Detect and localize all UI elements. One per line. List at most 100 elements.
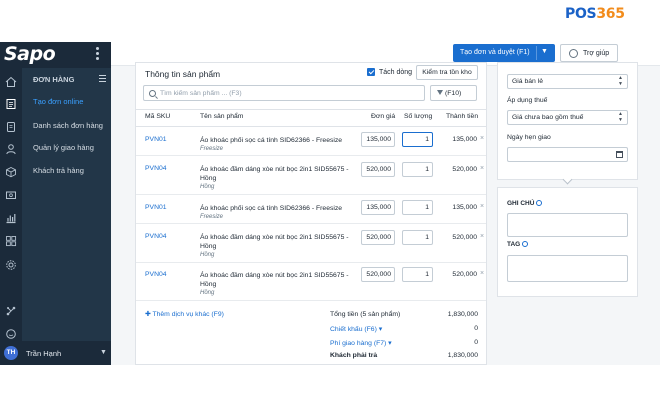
product-box-icon[interactable]: [5, 166, 17, 178]
delivery-date-input[interactable]: [507, 147, 628, 162]
price-list-select[interactable]: Giá bán lẻ ▲ ▼: [507, 74, 628, 89]
customer-icon[interactable]: [5, 143, 17, 155]
row-product-name: Áo khoác đầm dáng xòe nút bọc 2in1 SID55…: [200, 272, 349, 296]
product-search[interactable]: [143, 85, 425, 101]
pos365-logo: POS365: [565, 6, 625, 22]
remove-row-icon[interactable]: ×: [480, 165, 484, 172]
user-name[interactable]: Trần Hạnh: [26, 349, 61, 358]
row-price-input[interactable]: 135,000: [361, 200, 395, 215]
product-panel-title: Thông tin sản phẩm: [145, 69, 221, 79]
orders-icon[interactable]: [5, 98, 17, 110]
sidebar-menu-icon[interactable]: [99, 75, 106, 84]
row-sku[interactable]: PVN01: [145, 136, 167, 143]
sidebar-item-customer-returns[interactable]: Khách trả hàng: [33, 166, 84, 175]
help-circle-icon: [569, 49, 578, 58]
delivery-date-label: Ngày hẹn giao: [507, 134, 551, 141]
row-sku[interactable]: PVN01: [145, 204, 167, 211]
row-total: 135,000: [452, 136, 477, 143]
row-sku[interactable]: PVN04: [145, 271, 167, 278]
row-divider: [136, 155, 486, 156]
tag-label: TAG: [507, 241, 529, 248]
row-total: 520,000: [452, 234, 477, 241]
subtotal-label: Tổng tiền (5 sản phẩm): [330, 311, 401, 318]
info-icon[interactable]: [536, 200, 543, 206]
note-label: GHI CHÚ: [507, 200, 543, 207]
row-divider: [136, 223, 486, 224]
row-total: 520,000: [452, 271, 477, 278]
shipping-fee-value: 0: [474, 339, 478, 346]
remove-row-icon[interactable]: ×: [480, 135, 484, 142]
sidebar-section-title: ĐƠN HÀNG: [33, 75, 75, 84]
tax-select[interactable]: Giá chưa bao gồm thuế ▲ ▼: [507, 110, 628, 125]
column-total: Thành tiền: [446, 113, 479, 120]
tax-label: Áp dụng thuế: [507, 97, 548, 104]
avatar[interactable]: TH: [4, 346, 18, 360]
table-header: [136, 109, 486, 127]
sidebar-item-shipping-management[interactable]: Quản lý giao hàng: [33, 143, 94, 152]
column-name: Tên sản phẩm: [200, 113, 244, 120]
note-textarea[interactable]: [507, 213, 628, 237]
split-lines-label[interactable]: Tách dòng: [379, 69, 412, 76]
row-sku[interactable]: PVN04: [145, 165, 167, 172]
more-options-icon[interactable]: [96, 47, 99, 62]
row-total: 520,000: [452, 166, 477, 173]
sidebar-item-order-list[interactable]: Danh sách đơn hàng: [33, 121, 103, 130]
info-icon[interactable]: [522, 241, 529, 247]
connect-nodes-icon[interactable]: [5, 305, 17, 317]
filter-button[interactable]: (F10): [430, 85, 477, 101]
document-icon[interactable]: [5, 121, 17, 133]
product-search-input[interactable]: [160, 88, 420, 99]
tag-input[interactable]: [507, 255, 628, 282]
row-product-name: Áo khoác đầm dáng xòe nút bọc 2in1 SID55…: [200, 166, 349, 190]
column-quantity: Số lượng: [404, 113, 433, 120]
home-icon[interactable]: [5, 76, 17, 88]
search-icon: [149, 90, 156, 97]
subtotal-value: 1,830,000: [447, 311, 478, 318]
select-arrows-icon: ▲ ▼: [618, 111, 623, 123]
amount-due-label: Khách phải trả: [330, 352, 378, 359]
settings-gear-icon[interactable]: [5, 259, 17, 271]
row-divider: [136, 300, 486, 301]
column-price: Đơn giá: [371, 113, 396, 120]
add-service-link[interactable]: ✚ Thêm dịch vụ khác (F9): [145, 310, 224, 318]
column-sku: Mã SKU: [145, 113, 171, 120]
row-sku[interactable]: PVN04: [145, 233, 167, 240]
apps-grid-icon[interactable]: [5, 235, 17, 247]
support-chat-icon[interactable]: [5, 328, 17, 340]
row-quantity-input[interactable]: 1: [402, 267, 433, 282]
sapo-logo[interactable]: Sapo: [4, 43, 56, 65]
row-quantity-input[interactable]: 1: [402, 132, 433, 147]
remove-row-icon[interactable]: ×: [480, 233, 484, 240]
chevron-down-icon[interactable]: ▼: [100, 349, 107, 356]
amount-due-value: 1,830,000: [447, 352, 478, 359]
row-quantity-input[interactable]: 1: [402, 162, 433, 177]
discount-value: 0: [474, 325, 478, 332]
row-divider: [136, 194, 486, 195]
row-product-name: Áo khoác phối sọc cá tính SID62366 - Fre…: [200, 205, 343, 220]
row-product-name: Áo khoác phối sọc cá tính SID62366 - Fre…: [200, 137, 343, 152]
remove-row-icon[interactable]: ×: [480, 270, 484, 277]
calendar-icon[interactable]: [616, 151, 623, 158]
shipping-fee-link[interactable]: Phí giao hàng (F7) ▾: [330, 339, 392, 347]
row-price-input[interactable]: 520,000: [361, 230, 395, 245]
create-and-approve-button[interactable]: Tạo đơn và duyệt (F1) ▼: [453, 44, 555, 62]
row-price-input[interactable]: 520,000: [361, 267, 395, 282]
chevron-down-icon[interactable]: ▼: [541, 48, 548, 55]
discount-link[interactable]: Chiết khấu (F6) ▾: [330, 325, 382, 333]
select-arrows-icon: ▲ ▼: [618, 75, 623, 87]
report-chart-icon[interactable]: [5, 212, 17, 224]
row-price-input[interactable]: 135,000: [361, 132, 395, 147]
screen: POS365 Sapo ĐƠN HÀNG Tạo đơn online Danh…: [0, 0, 660, 404]
row-product-name: Áo khoác đầm dáng xòe nút bọc 2in1 SID55…: [200, 234, 349, 258]
help-button[interactable]: Trợ giúp: [560, 44, 618, 62]
row-quantity-input[interactable]: 1: [402, 200, 433, 215]
row-quantity-input[interactable]: 1: [402, 230, 433, 245]
sidebar-item-create-online-order[interactable]: Tạo đơn online: [33, 97, 83, 106]
sidebar: [22, 42, 111, 365]
row-total: 135,000: [452, 204, 477, 211]
row-price-input[interactable]: 520,000: [361, 162, 395, 177]
cashbook-icon[interactable]: [5, 189, 17, 201]
check-stock-button[interactable]: Kiểm tra tồn kho: [416, 65, 478, 80]
split-lines-checkbox[interactable]: [367, 68, 375, 76]
remove-row-icon[interactable]: ×: [480, 203, 484, 210]
